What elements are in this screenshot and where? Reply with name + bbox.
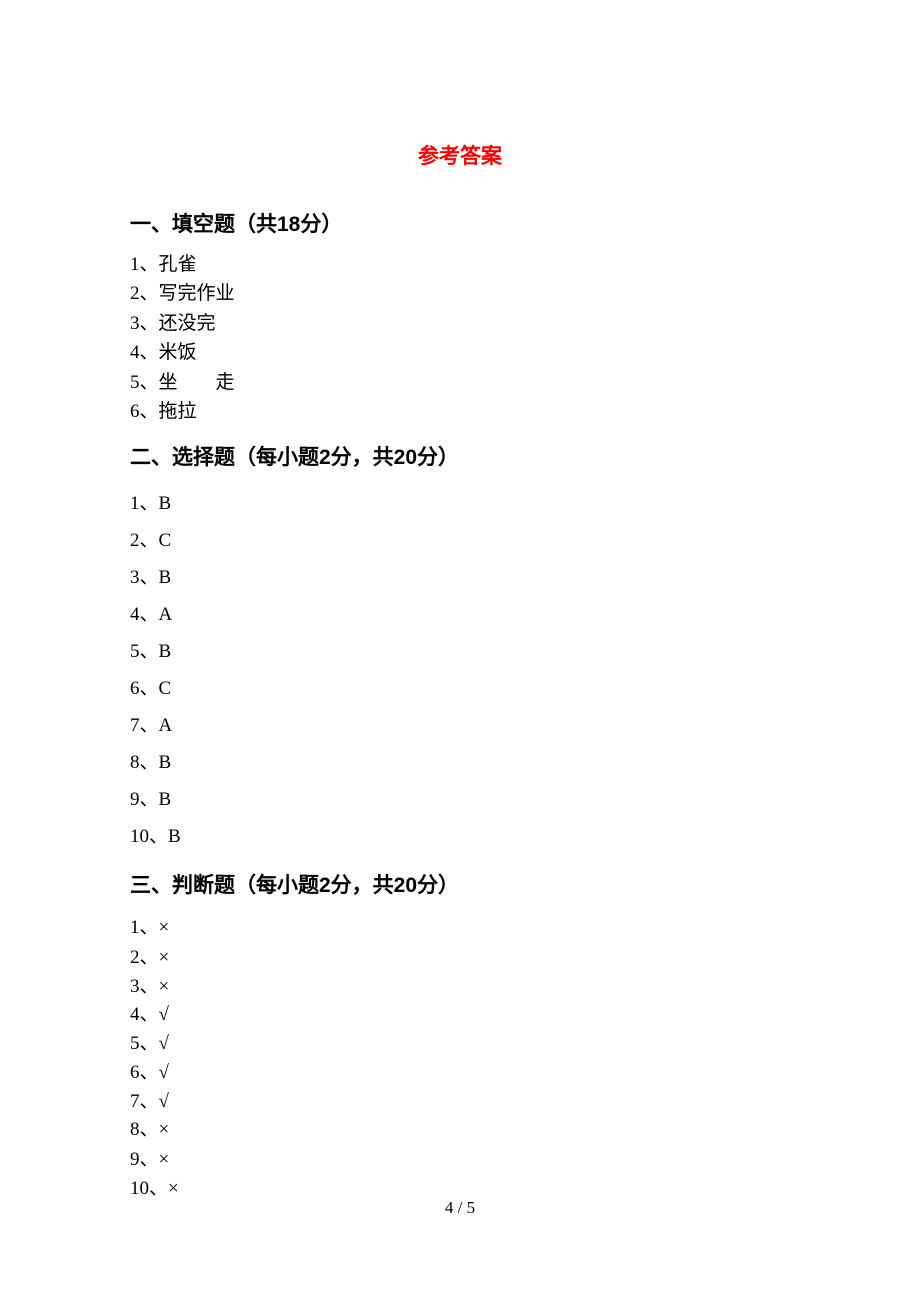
section3-answer-item: 9、× bbox=[130, 1145, 790, 1174]
section3-answers: 1、×2、×3、×4、√5、√6、√7、√8、×9、×10、× bbox=[130, 913, 790, 1204]
section2-answer-item: 7、A bbox=[130, 707, 790, 744]
section3-answer-item: 6、√ bbox=[130, 1058, 790, 1087]
section2-heading: 二、选择题（每小题2分，共20分） bbox=[130, 441, 790, 471]
section1-heading: 一、填空题（共18分） bbox=[130, 208, 790, 238]
section2-answer-item: 8、B bbox=[130, 744, 790, 781]
section2-answer-item: 9、B bbox=[130, 781, 790, 818]
page-title: 参考答案 bbox=[130, 140, 790, 170]
section2-answer-item: 3、B bbox=[130, 559, 790, 596]
section3-answer-item: 4、√ bbox=[130, 1001, 790, 1029]
section2-answer-item: 2、C bbox=[130, 522, 790, 559]
section1-answer-item: 3、还没完 bbox=[130, 309, 790, 338]
section3-answer-item: 8、× bbox=[130, 1115, 790, 1144]
section1-answer-item: 5、坐 走 bbox=[130, 368, 790, 397]
section1-answers: 1、孔雀2、写完作业3、还没完4、米饭5、坐 走6、拖拉 bbox=[130, 250, 790, 427]
page-number: 4 / 5 bbox=[0, 1198, 920, 1218]
section2-answer-item: 10、B bbox=[130, 818, 790, 855]
section3-answer-item: 2、× bbox=[130, 943, 790, 972]
section1-answer-item: 1、孔雀 bbox=[130, 250, 790, 279]
section3-answer-item: 5、√ bbox=[130, 1029, 790, 1058]
section3-answer-item: 3、× bbox=[130, 972, 790, 1001]
section3-answer-item: 7、√ bbox=[130, 1088, 790, 1116]
section2-answer-item: 5、B bbox=[130, 633, 790, 670]
section2-answer-item: 1、B bbox=[130, 485, 790, 522]
section1-answer-item: 6、拖拉 bbox=[130, 397, 790, 426]
section3-answer-item: 1、× bbox=[130, 913, 790, 942]
section2-answer-item: 6、C bbox=[130, 670, 790, 707]
section1-answer-item: 2、写完作业 bbox=[130, 279, 790, 308]
section2-answer-item: 4、A bbox=[130, 596, 790, 633]
section2-answers: 1、B2、C3、B4、A5、B6、C7、A8、B9、B10、B bbox=[130, 485, 790, 855]
section1-answer-item: 4、米饭 bbox=[130, 338, 790, 367]
section3-heading: 三、判断题（每小题2分，共20分） bbox=[130, 869, 790, 899]
